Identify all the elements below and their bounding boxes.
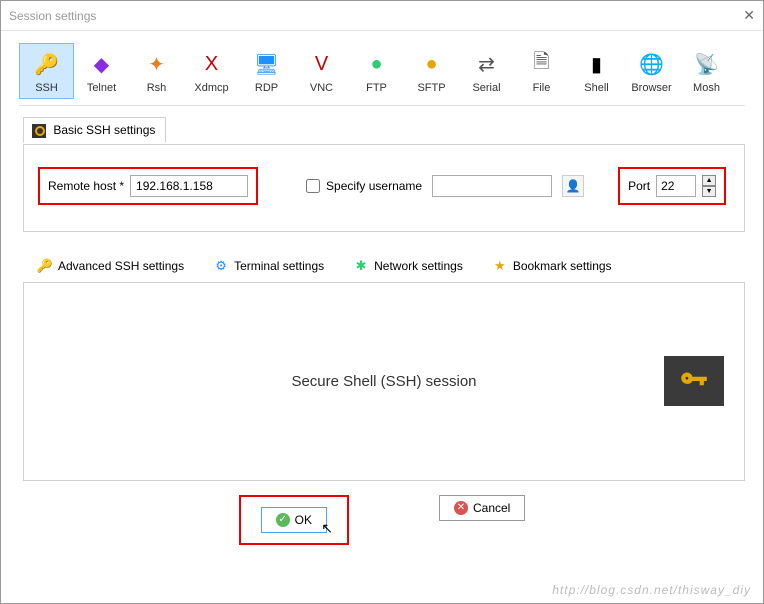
tab-label: Network settings xyxy=(374,259,463,273)
remote-host-highlight: Remote host * xyxy=(38,167,258,205)
tab-basic-ssh[interactable]: Basic SSH settings xyxy=(23,117,166,143)
session-type-label: Telnet xyxy=(75,82,128,94)
tab-label: Bookmark settings xyxy=(513,259,612,273)
tab-advanced-ssh-settings[interactable]: 🔑 Advanced SSH settings xyxy=(23,250,199,282)
ftp-icon: ● xyxy=(350,50,403,78)
cancel-button[interactable]: ✕ Cancel xyxy=(439,495,525,521)
user-picker-button[interactable]: 👤 xyxy=(562,175,584,197)
dialog-buttons: ✓ OK ↖ ✕ Cancel xyxy=(1,495,763,545)
session-type-bar: 🔑SSH◆Telnet✦RshXXdmcp🖥RDPVVNC●FTP●SFTP⇄S… xyxy=(1,31,763,105)
port-spinner: ▲ ▼ xyxy=(702,175,716,197)
tab-bookmark-settings[interactable]: ★ Bookmark settings xyxy=(478,250,627,282)
tab-terminal-settings[interactable]: ⚙ Terminal settings xyxy=(199,250,339,282)
session-type-label: RDP xyxy=(240,82,293,94)
content-panel: Secure Shell (SSH) session xyxy=(23,283,745,481)
session-type-browser[interactable]: 🌐 Browser xyxy=(624,43,679,99)
telnet-icon: ◆ xyxy=(75,50,128,78)
session-type-serial[interactable]: ⇄ Serial xyxy=(459,43,514,99)
mosh-icon: 📡 xyxy=(680,50,733,78)
watermark: http://blog.csdn.net/thisway_diy xyxy=(552,583,751,597)
ok-label: OK xyxy=(295,513,312,527)
titlebar: Session settings ✕ xyxy=(1,1,763,31)
session-type-label: File xyxy=(515,82,568,94)
session-type-ftp[interactable]: ● FTP xyxy=(349,43,404,99)
port-label: Port xyxy=(628,179,650,193)
cursor-icon: ↖ xyxy=(321,520,333,537)
basic-ssh-panel: Remote host * Specify username 👤 Port ▲ … xyxy=(23,144,745,232)
session-type-xdmcp[interactable]: X Xdmcp xyxy=(184,43,239,99)
close-icon[interactable]: ✕ xyxy=(743,7,755,24)
session-type-label: Shell xyxy=(570,82,623,94)
tab-basic-ssh-label: Basic SSH settings xyxy=(53,123,155,137)
session-type-sftp[interactable]: ● SFTP xyxy=(404,43,459,99)
divider xyxy=(19,105,745,106)
session-type-label: SFTP xyxy=(405,82,458,94)
session-type-rsh[interactable]: ✦ Rsh xyxy=(129,43,184,99)
rsh-icon: ✦ xyxy=(130,50,183,78)
cancel-icon: ✕ xyxy=(454,501,468,515)
port-spin-up[interactable]: ▲ xyxy=(702,175,716,186)
specify-username-checkbox[interactable] xyxy=(306,179,320,193)
window-title: Session settings xyxy=(9,9,96,23)
content-title: Secure Shell (SSH) session xyxy=(291,373,476,390)
tab-icon: ★ xyxy=(493,259,507,273)
tab-icon: 🔑 xyxy=(38,259,52,273)
session-type-label: VNC xyxy=(295,82,348,94)
session-type-label: SSH xyxy=(20,82,73,94)
session-type-mosh[interactable]: 📡 Mosh xyxy=(679,43,734,99)
specify-username-group: Specify username xyxy=(306,179,422,193)
session-type-label: FTP xyxy=(350,82,403,94)
sub-tab-bar: 🔑 Advanced SSH settings ⚙ Terminal settings… xyxy=(23,250,745,283)
session-type-rdp[interactable]: 🖥 RDP xyxy=(239,43,294,99)
specify-username-label: Specify username xyxy=(326,179,422,193)
xdmcp-icon: X xyxy=(185,50,238,78)
tab-label: Terminal settings xyxy=(234,259,324,273)
tab-icon: ✱ xyxy=(354,259,368,273)
ssh-key-large-icon xyxy=(664,356,724,406)
session-type-ssh[interactable]: 🔑 SSH xyxy=(19,43,74,99)
tab-label: Advanced SSH settings xyxy=(58,259,184,273)
remote-host-input[interactable] xyxy=(130,175,248,197)
tab-network-settings[interactable]: ✱ Network settings xyxy=(339,250,478,282)
ssh-icon: 🔑 xyxy=(20,50,73,78)
session-type-label: Mosh xyxy=(680,82,733,94)
rdp-icon: 🖥 xyxy=(240,50,293,78)
ok-button[interactable]: ✓ OK xyxy=(261,507,327,533)
file-icon: 🗎 xyxy=(515,50,568,78)
check-icon: ✓ xyxy=(276,513,290,527)
username-input[interactable] xyxy=(432,175,552,197)
session-type-vnc[interactable]: V VNC xyxy=(294,43,349,99)
session-type-shell[interactable]: ▮ Shell xyxy=(569,43,624,99)
vnc-icon: V xyxy=(295,50,348,78)
shell-icon: ▮ xyxy=(570,50,623,78)
sftp-icon: ● xyxy=(405,50,458,78)
cancel-label: Cancel xyxy=(473,501,510,515)
remote-host-label: Remote host * xyxy=(48,179,124,193)
ok-highlight: ✓ OK ↖ xyxy=(239,495,349,545)
key-icon xyxy=(32,124,46,138)
serial-icon: ⇄ xyxy=(460,50,513,78)
session-type-telnet[interactable]: ◆ Telnet xyxy=(74,43,129,99)
session-type-label: Xdmcp xyxy=(185,82,238,94)
browser-icon: 🌐 xyxy=(625,50,678,78)
session-type-file[interactable]: 🗎 File xyxy=(514,43,569,99)
session-type-label: Browser xyxy=(625,82,678,94)
port-input[interactable] xyxy=(656,175,696,197)
port-spin-down[interactable]: ▼ xyxy=(702,186,716,197)
session-type-label: Rsh xyxy=(130,82,183,94)
port-highlight: Port ▲ ▼ xyxy=(618,167,726,205)
session-type-label: Serial xyxy=(460,82,513,94)
tab-icon: ⚙ xyxy=(214,259,228,273)
